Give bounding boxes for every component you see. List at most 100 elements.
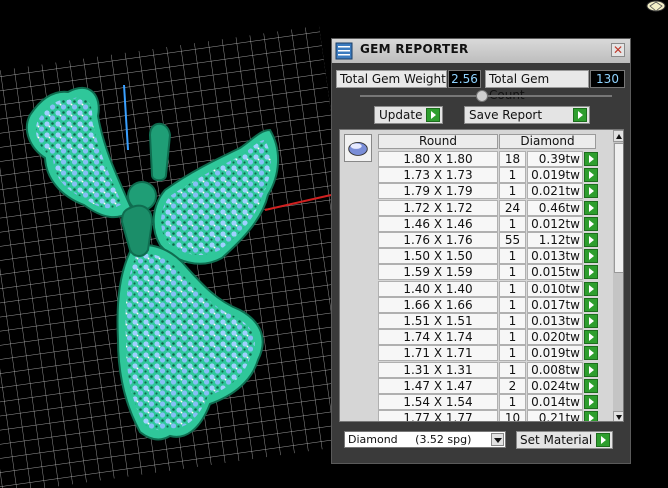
gem-weight: 0.008tw <box>527 361 583 378</box>
gem-row[interactable]: 1.31 X 1.31 1 0.008tw <box>378 361 599 378</box>
go-arrow-icon[interactable] <box>584 378 598 393</box>
total-gem-count-label: Total Gem Count <box>485 70 589 102</box>
gem-weight: 0.024tw <box>527 377 583 394</box>
go-arrow-icon[interactable] <box>584 216 598 231</box>
corner-gem-icon <box>646 0 666 12</box>
gem-size: 1.74 X 1.74 <box>378 329 498 346</box>
gem-weight: 0.019tw <box>527 345 583 362</box>
total-gem-weight-label: Total Gem Weight <box>336 70 447 88</box>
go-arrow-icon[interactable] <box>584 346 598 361</box>
go-arrow-icon[interactable] <box>584 184 598 199</box>
title-bar[interactable]: GEM REPORTER ✕ <box>332 39 630 63</box>
set-material-button[interactable]: Set Material <box>516 431 613 449</box>
gem-size: 1.79 X 1.79 <box>378 183 498 200</box>
go-arrow-icon[interactable] <box>584 362 598 377</box>
gem-count: 1 <box>499 313 526 329</box>
go-arrow-icon[interactable] <box>584 314 598 328</box>
gem-weight: 0.013tw <box>527 313 583 329</box>
gem-size: 1.51 X 1.51 <box>378 313 498 329</box>
update-label: Update <box>379 108 423 122</box>
gem-row[interactable]: 1.47 X 1.47 2 0.024tw <box>378 377 599 394</box>
gem-count: 10 <box>499 410 526 421</box>
material-select-value: Diamond (3.52 spg) <box>348 433 472 446</box>
gem-row[interactable]: 1.59 X 1.59 1 0.015tw <box>378 264 599 281</box>
gem-weight: 0.017tw <box>527 296 583 313</box>
gem-size: 1.46 X 1.46 <box>378 215 498 232</box>
column-header-material[interactable]: Diamond <box>499 134 596 149</box>
go-arrow-icon[interactable] <box>584 411 598 421</box>
gem-weight: 0.019tw <box>527 167 583 184</box>
scroll-up-icon[interactable] <box>613 130 623 142</box>
material-select[interactable]: Diamond (3.52 spg) <box>344 431 506 448</box>
go-arrow-icon <box>426 108 440 122</box>
gem-count: 1 <box>499 167 526 184</box>
go-arrow-icon <box>596 433 610 447</box>
gem-row[interactable]: 1.77 X 1.77 10 0.21tw <box>378 410 599 421</box>
set-material-label: Set Material <box>520 433 593 447</box>
save-report-button[interactable]: Save Report <box>464 106 590 124</box>
gem-size: 1.54 X 1.54 <box>378 394 498 410</box>
go-arrow-icon[interactable] <box>584 330 598 345</box>
gem-row[interactable]: 1.76 X 1.76 55 1.12tw <box>378 232 599 248</box>
slider-knob[interactable] <box>476 90 488 102</box>
go-arrow-icon[interactable] <box>584 265 598 280</box>
gem-size: 1.73 X 1.73 <box>378 167 498 184</box>
go-arrow-icon[interactable] <box>584 395 598 409</box>
go-arrow-icon[interactable] <box>584 297 598 312</box>
gem-weight: 0.21tw <box>527 410 583 421</box>
update-button[interactable]: Update <box>374 106 443 124</box>
gem-row[interactable]: 1.72 X 1.72 24 0.46tw <box>378 199 599 216</box>
scroll-thumb[interactable] <box>614 143 623 273</box>
gem-weight: 0.014tw <box>527 394 583 410</box>
gem-row[interactable]: 1.54 X 1.54 1 0.014tw <box>378 394 599 410</box>
gem-row[interactable]: 1.80 X 1.80 18 0.39tw <box>378 151 599 167</box>
gem-row[interactable]: 1.46 X 1.46 1 0.012tw <box>378 215 599 232</box>
gem-count: 24 <box>499 199 526 216</box>
gem-thumbnail-icon[interactable] <box>344 134 372 162</box>
bail-loop <box>148 122 172 182</box>
gem-size: 1.40 X 1.40 <box>378 280 498 297</box>
gem-reporter-panel: GEM REPORTER ✕ Total Gem Weight 2.56 Tot… <box>331 38 631 464</box>
gem-reporter-icon <box>335 42 353 60</box>
dropdown-arrow-icon[interactable] <box>491 433 504 446</box>
gem-count: 2 <box>499 377 526 394</box>
gem-size: 1.80 X 1.80 <box>378 151 498 167</box>
gem-count: 1 <box>499 280 526 297</box>
gem-weight: 0.010tw <box>527 280 583 297</box>
gem-weight: 1.12tw <box>527 232 583 248</box>
go-arrow-icon[interactable] <box>584 152 598 166</box>
gem-weight: 0.46tw <box>527 199 583 216</box>
go-arrow-icon[interactable] <box>584 168 598 183</box>
vertical-scrollbar[interactable] <box>613 130 623 421</box>
gem-size: 1.77 X 1.77 <box>378 410 498 421</box>
gem-size: 1.76 X 1.76 <box>378 232 498 248</box>
gem-count: 18 <box>499 151 526 167</box>
gem-size: 1.47 X 1.47 <box>378 377 498 394</box>
gem-weight: 0.015tw <box>527 264 583 281</box>
gem-count: 55 <box>499 232 526 248</box>
column-header-shape[interactable]: Round <box>378 134 498 149</box>
gem-count: 1 <box>499 183 526 200</box>
gem-size: 1.50 X 1.50 <box>378 248 498 265</box>
gem-row[interactable]: 1.51 X 1.51 1 0.013tw <box>378 313 599 329</box>
go-arrow-icon[interactable] <box>584 249 598 264</box>
gem-row[interactable]: 1.66 X 1.66 1 0.017tw <box>378 296 599 313</box>
gem-row[interactable]: 1.40 X 1.40 1 0.010tw <box>378 280 599 297</box>
gem-size: 1.31 X 1.31 <box>378 361 498 378</box>
gem-row[interactable]: 1.71 X 1.71 1 0.019tw <box>378 345 599 362</box>
gem-row[interactable]: 1.74 X 1.74 1 0.020tw <box>378 329 599 346</box>
go-arrow-icon <box>573 108 587 122</box>
gem-weight: 0.012tw <box>527 215 583 232</box>
go-arrow-icon[interactable] <box>584 200 598 215</box>
gem-size: 1.59 X 1.59 <box>378 264 498 281</box>
gem-row[interactable]: 1.73 X 1.73 1 0.019tw <box>378 167 599 184</box>
scroll-down-icon[interactable] <box>613 411 623 421</box>
gem-count: 1 <box>499 248 526 265</box>
gem-row[interactable]: 1.79 X 1.79 1 0.021tw <box>378 183 599 200</box>
gem-row[interactable]: 1.50 X 1.50 1 0.013tw <box>378 248 599 265</box>
gem-size: 1.66 X 1.66 <box>378 296 498 313</box>
go-arrow-icon[interactable] <box>584 233 598 247</box>
go-arrow-icon[interactable] <box>584 281 598 296</box>
close-icon[interactable]: ✕ <box>611 43 625 57</box>
gem-count: 1 <box>499 296 526 313</box>
